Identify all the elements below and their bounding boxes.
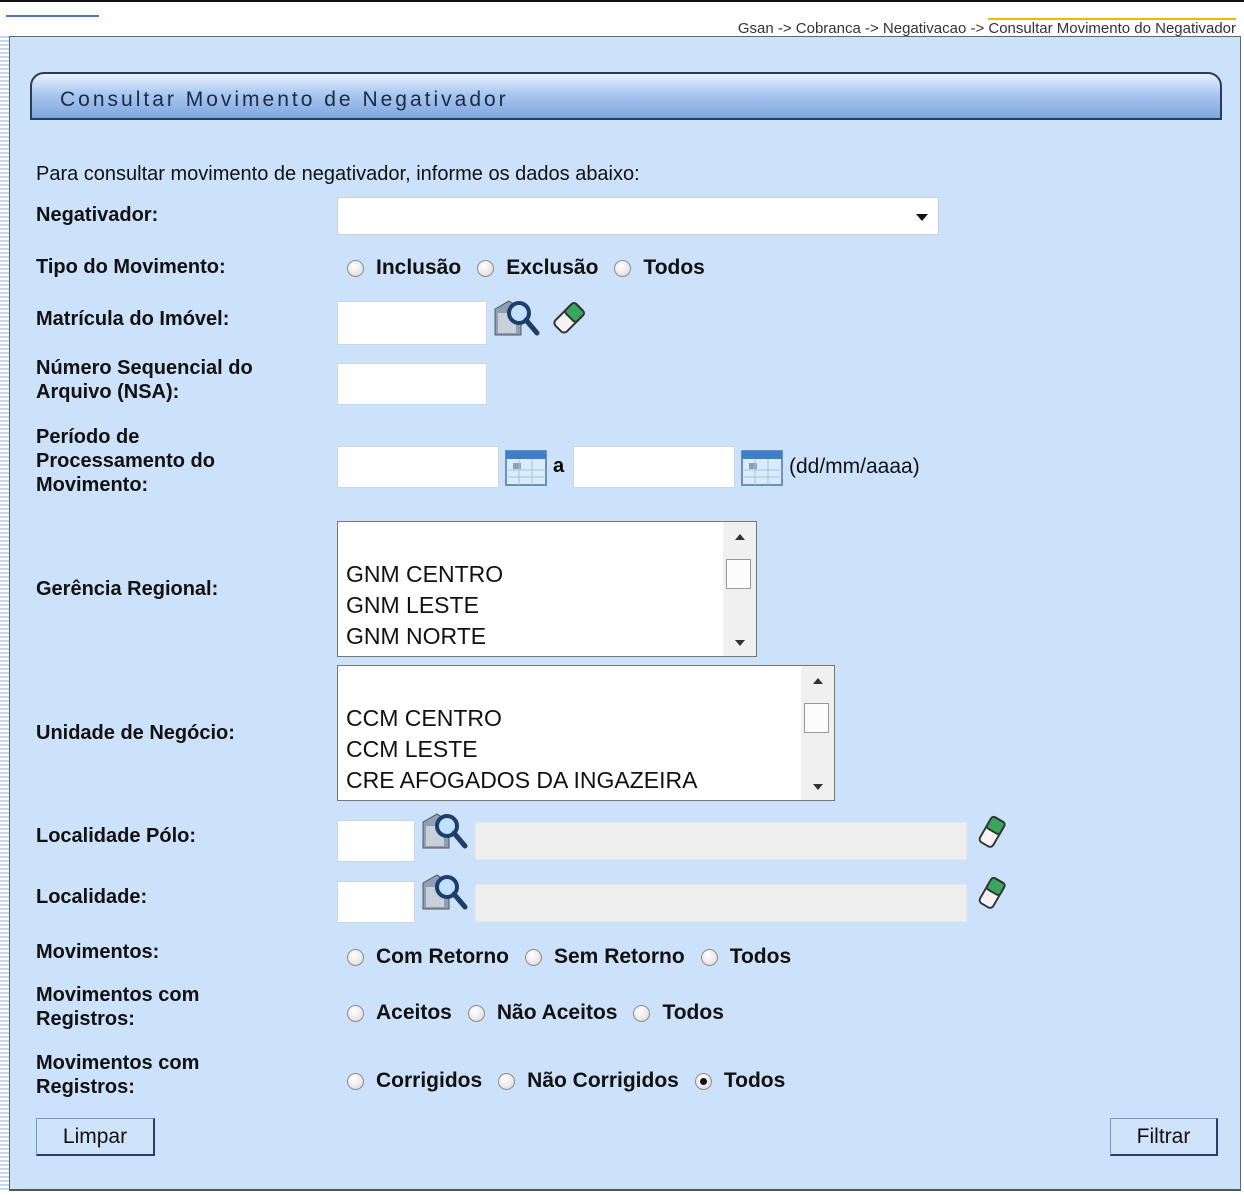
scroll-down-icon[interactable] (735, 640, 745, 646)
limpar-button[interactable]: Limpar (36, 1118, 155, 1156)
localidade-label: Localidade: (36, 886, 148, 908)
breadcrumb: Gsan -> Cobranca -> Negativacao -> Consu… (737, 18, 1236, 37)
radio-label: Inclusão (376, 256, 462, 279)
matricula-label: Matrícula do Imóvel: (36, 308, 230, 330)
negativador-select[interactable] (337, 197, 939, 235)
eraser-icon[interactable] (972, 873, 1012, 913)
movimentos-label: Movimentos: (36, 941, 160, 963)
search-icon[interactable] (421, 871, 469, 915)
movimentos-radios: Com Retorno Sem Retorno Todos (347, 943, 807, 971)
periodo-inicial-input[interactable] (337, 446, 499, 488)
list-item[interactable]: CCM LESTE (346, 736, 478, 763)
intro-text: Para consultar movimento de negativador,… (36, 163, 640, 185)
radio-corrigidos[interactable] (347, 1072, 364, 1090)
list-item[interactable]: CCM CENTRO (346, 705, 502, 732)
search-icon[interactable] (421, 810, 469, 854)
registros-aceitos-radios: Aceitos Não Aceitos Todos (347, 999, 740, 1027)
unidade-label: Unidade de Negócio: (36, 722, 235, 744)
registros-aceitos-label-line2: Registros: (36, 1008, 135, 1030)
registros-corrigidos-label: Movimentos com Registros: (36, 1051, 199, 1099)
radio-label: Corrigidos (376, 1069, 483, 1092)
radio-label: Com Retorno (376, 945, 509, 968)
calendar-icon[interactable] (505, 450, 547, 486)
list-item[interactable]: GNM LESTE (346, 592, 479, 619)
radio-label: Não Aceitos (496, 1001, 618, 1024)
matricula-input[interactable] (337, 301, 487, 345)
radio-movimentos-todos[interactable] (700, 948, 718, 966)
localidade-polo-description (475, 822, 967, 860)
filtrar-button[interactable]: Filtrar (1110, 1118, 1218, 1156)
nsa-label: Número Sequencial do Arquivo (NSA): (36, 356, 253, 404)
scroll-down-icon[interactable] (813, 784, 823, 790)
radio-tipo-todos[interactable] (614, 259, 632, 277)
top-rule (0, 0, 1244, 2)
breadcrumb-current: Consultar Movimento do Negativador (988, 18, 1236, 37)
periodo-label: Período de Processamento do Movimento: (36, 425, 215, 497)
radio-nao-corrigidos[interactable] (498, 1072, 516, 1090)
tipo-movimento-radios: Inclusão Exclusão Todos (347, 254, 721, 282)
radio-label: Todos (662, 1001, 724, 1024)
unidade-scrollbar[interactable] (801, 666, 834, 800)
gerencia-label: Gerência Regional: (36, 578, 219, 600)
radio-corrigidos-todos[interactable] (694, 1072, 712, 1090)
radio-aceitos[interactable] (347, 1004, 364, 1022)
registros-corrigidos-radios: Corrigidos Não Corrigidos Todos (347, 1067, 801, 1095)
registros-corrigidos-label-line2: Registros: (36, 1076, 135, 1098)
localidade-polo-label: Localidade Pólo: (36, 825, 197, 847)
nsa-label-line1: Número Sequencial do (36, 357, 253, 379)
localidade-description (475, 884, 967, 922)
registros-aceitos-label: Movimentos com Registros: (36, 983, 199, 1031)
periodo-label-line2: Processamento do (36, 450, 215, 472)
radio-label: Sem Retorno (554, 945, 685, 968)
page-title-bar: Consultar Movimento de Negativador (30, 72, 1222, 120)
tipo-movimento-label: Tipo do Movimento: (36, 256, 226, 278)
breadcrumb-path: Gsan -> Cobranca -> Negativacao -> (737, 20, 989, 37)
scroll-thumb[interactable] (804, 703, 829, 733)
page-title: Consultar Movimento de Negativador (60, 88, 509, 111)
unidade-listbox[interactable]: CCM CENTRO CCM LESTE CRE AFOGADOS DA ING… (337, 665, 835, 801)
localidade-polo-input[interactable] (337, 820, 415, 862)
date-format-hint: (dd/mm/aaaa) (789, 455, 920, 478)
left-stripes (0, 36, 9, 1191)
eraser-icon[interactable] (972, 812, 1012, 852)
radio-sem-retorno[interactable] (525, 948, 542, 966)
negativador-label: Negativador: (36, 204, 159, 226)
tab-indicator (6, 15, 99, 17)
radio-label: Todos (723, 1069, 786, 1092)
radio-exclusao[interactable] (477, 259, 495, 277)
radio-label: Todos (643, 256, 705, 279)
radio-label: Não Corrigidos (527, 1069, 679, 1092)
scroll-thumb[interactable] (726, 559, 751, 589)
scroll-up-icon[interactable] (813, 678, 823, 684)
registros-corrigidos-label-line1: Movimentos com (36, 1052, 200, 1074)
radio-aceitos-todos[interactable] (633, 1004, 651, 1022)
nsa-input[interactable] (337, 363, 487, 405)
localidade-input[interactable] (337, 881, 415, 923)
periodo-label-line3: Movimento: (36, 474, 149, 496)
nsa-label-line2: Arquivo (NSA): (36, 381, 180, 403)
periodo-label-line1: Período de (36, 426, 140, 448)
radio-label: Todos (729, 945, 792, 968)
periodo-separator: a (553, 455, 565, 477)
periodo-final-input[interactable] (573, 446, 735, 488)
radio-label: Aceitos (376, 1001, 452, 1024)
chevron-down-icon (916, 214, 928, 221)
radio-nao-aceitos[interactable] (467, 1004, 485, 1022)
radio-com-retorno[interactable] (347, 948, 364, 966)
radio-inclusao[interactable] (347, 259, 364, 277)
gerencia-scrollbar[interactable] (723, 522, 756, 656)
list-item[interactable]: GNM CENTRO (346, 561, 503, 588)
calendar-icon[interactable] (741, 450, 783, 486)
list-item[interactable]: GNM NORTE (346, 623, 486, 650)
search-icon[interactable] (493, 297, 541, 341)
radio-label: Exclusão (506, 256, 599, 279)
gerencia-listbox[interactable]: GNM CENTRO GNM LESTE GNM NORTE (337, 521, 757, 657)
list-item[interactable]: CRE AFOGADOS DA INGAZEIRA (346, 767, 697, 794)
registros-aceitos-label-line1: Movimentos com (36, 984, 200, 1006)
scroll-up-icon[interactable] (735, 534, 745, 540)
eraser-icon[interactable] (548, 297, 590, 339)
